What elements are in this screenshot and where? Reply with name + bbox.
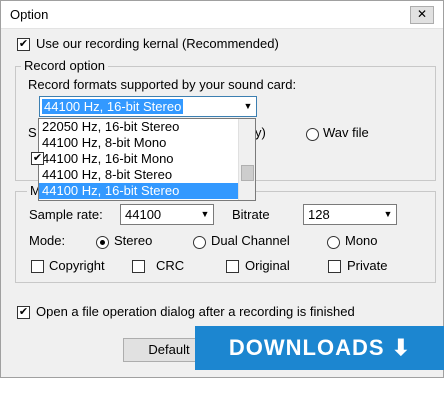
mode-dual-channel-radio[interactable] bbox=[193, 236, 206, 249]
open-dialog-checkbox[interactable]: ✔ bbox=[17, 306, 30, 319]
copyright-label: Copyright bbox=[49, 258, 105, 273]
bitrate-label: Bitrate bbox=[232, 207, 270, 222]
format-option[interactable]: 44100 Hz, 8-bit Mono bbox=[39, 135, 239, 151]
sample-rate-value: 44100 bbox=[125, 207, 162, 222]
dropdown-scrollbar[interactable] bbox=[238, 119, 255, 200]
use-kernel-checkbox[interactable]: ✔ bbox=[17, 38, 30, 51]
wav-file-label: Wav file bbox=[323, 125, 369, 140]
mode-label: Mode: bbox=[29, 233, 66, 248]
partial-label-s: S bbox=[28, 125, 37, 140]
record-option-title: Record option bbox=[21, 58, 108, 73]
format-combo[interactable]: 44100 Hz, 16-bit Stereo ▼ bbox=[39, 96, 257, 117]
formats-label: Record formats supported by your sound c… bbox=[28, 77, 297, 92]
partial-label-y: y) bbox=[255, 125, 266, 140]
window-title: Option bbox=[10, 7, 49, 22]
mode-dual-channel-label: Dual Channel bbox=[211, 233, 290, 248]
private-checkbox[interactable] bbox=[328, 260, 341, 273]
format-option[interactable]: 44100 Hz, 8-bit Stereo bbox=[39, 167, 239, 183]
format-option[interactable]: 44100 Hz, 16-bit Mono bbox=[39, 151, 239, 167]
chevron-down-icon: ▼ bbox=[200, 209, 210, 219]
option-dialog: Option ✕ ✔ Use our recording kernal (Rec… bbox=[0, 0, 444, 404]
crc-checkbox[interactable] bbox=[132, 260, 145, 273]
crc-label: CRC bbox=[156, 258, 185, 273]
mode-stereo-label: Stereo bbox=[114, 233, 153, 248]
title-bar: Option ✕ bbox=[1, 1, 443, 29]
open-dialog-label: Open a file operation dialog after a rec… bbox=[36, 304, 355, 319]
format-combo-value: 44100 Hz, 16-bit Stereo bbox=[42, 99, 184, 114]
private-label: Private bbox=[347, 258, 388, 273]
mode-mono-radio[interactable] bbox=[327, 236, 340, 249]
chevron-down-icon: ▼ bbox=[383, 209, 393, 219]
format-option[interactable]: 22050 Hz, 16-bit Stereo bbox=[39, 119, 239, 135]
original-checkbox[interactable] bbox=[226, 260, 239, 273]
mode-mono-label: Mono bbox=[345, 233, 378, 248]
mode-stereo-radio[interactable] bbox=[96, 236, 109, 249]
bitrate-combo[interactable]: 128 ▼ bbox=[303, 204, 397, 225]
close-button[interactable]: ✕ bbox=[410, 6, 434, 24]
format-option-selected[interactable]: 44100 Hz, 16-bit Stereo bbox=[39, 183, 239, 199]
scrollbar-thumb[interactable] bbox=[241, 165, 254, 181]
wav-file-radio[interactable] bbox=[306, 128, 319, 141]
copyright-checkbox[interactable] bbox=[31, 260, 44, 273]
original-label: Original bbox=[245, 258, 290, 273]
partial-checkbox[interactable]: ✔ bbox=[31, 152, 44, 165]
use-kernel-label: Use our recording kernal (Recommended) bbox=[36, 36, 279, 51]
format-dropdown-list: 22050 Hz, 16-bit Stereo 44100 Hz, 8-bit … bbox=[38, 118, 256, 201]
sample-rate-combo[interactable]: 44100 ▼ bbox=[120, 204, 214, 225]
watermark-logo: DOWNLOADS ⬇ GURU bbox=[195, 326, 444, 404]
sample-rate-label: Sample rate: bbox=[29, 207, 103, 222]
bitrate-value: 128 bbox=[308, 207, 330, 222]
chevron-down-icon: ▼ bbox=[243, 101, 253, 111]
